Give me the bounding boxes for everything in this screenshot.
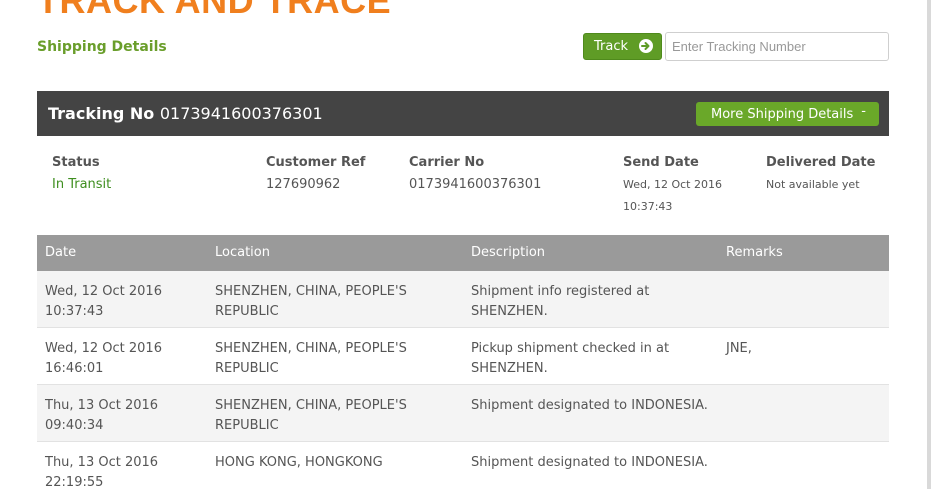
row-date: Wed, 12 Oct 2016 10:37:43 [45,284,162,319]
right-edge-divider [927,0,931,489]
row-description: Shipment designated to INDONESIA. [471,398,708,413]
delivered-date-label: Delivered Date [766,155,876,170]
table-row: Wed, 12 Oct 2016 16:46:01 SHENZHEN, CHIN… [37,328,889,385]
track-button-label: Track [594,39,629,54]
table-row: Thu, 13 Oct 2016 22:19:55 HONG KONG, HON… [37,442,889,490]
status-label: Status [52,155,100,170]
send-date-field: Send Date Wed, 12 Oct 2016 10:37:43 [623,155,733,218]
carrier-no-field: Carrier No 0173941600376301 [409,155,541,192]
column-header-date: Date [45,245,77,260]
row-location: SHENZHEN, CHINA, PEOPLE'S REPUBLIC [215,398,407,433]
tracking-label: Tracking No [48,104,155,123]
arrow-right-circle-icon [639,39,653,53]
column-header-description: Description [471,245,546,260]
track-button[interactable]: Track [583,33,662,60]
history-table-header: Date Location Description Remarks [37,235,889,271]
delivered-date-value: Not available yet [766,178,860,191]
status-value: In Transit [52,177,112,192]
carrier-no-label: Carrier No [409,155,485,170]
carrier-no-value: 0173941600376301 [409,177,542,192]
row-description: Shipment info registered at SHENZHEN. [471,284,650,319]
column-header-remarks: Remarks [726,245,783,260]
customer-ref-label: Customer Ref [266,155,366,170]
tracking-header-bar: Tracking No 0173941600376301 More Shippi… [37,91,889,136]
customer-ref-field: Customer Ref 127690962 [266,155,365,192]
row-location: SHENZHEN, CHINA, PEOPLE'S REPUBLIC [215,284,407,319]
tracking-title: Tracking No 0173941600376301 [48,104,323,123]
row-location: SHENZHEN, CHINA, PEOPLE'S REPUBLIC [215,341,407,376]
more-shipping-details-label: More Shipping Details [711,106,854,122]
status-field: Status In Transit [52,155,111,192]
table-row: Thu, 13 Oct 2016 09:40:34 SHENZHEN, CHIN… [37,385,889,442]
page-title: TRACK AND TRACE [37,0,392,21]
delivered-date-field: Delivered Date Not available yet [766,155,876,196]
table-row: Wed, 12 Oct 2016 10:37:43 SHENZHEN, CHIN… [37,271,889,328]
row-description: Shipment designated to INDONESIA. [471,455,708,470]
row-location: HONG KONG, HONGKONG [215,455,383,470]
row-remarks: JNE, [726,341,752,356]
row-date: Thu, 13 Oct 2016 22:19:55 [45,455,159,490]
more-shipping-details-button[interactable]: More Shipping Details - [696,102,879,126]
page-subtitle: Shipping Details [37,39,167,55]
row-description: Pickup shipment checked in at SHENZHEN. [471,341,670,376]
row-date: Wed, 12 Oct 2016 16:46:01 [45,341,162,376]
send-date-value: Wed, 12 Oct 2016 10:37:43 [623,178,722,213]
send-date-label: Send Date [623,155,699,170]
tracking-number-input[interactable] [665,32,889,61]
row-date: Thu, 13 Oct 2016 09:40:34 [45,398,159,433]
tracking-number: 0173941600376301 [159,104,323,123]
column-header-location: Location [215,245,270,260]
collapse-icon: - [861,104,866,119]
customer-ref-value: 127690962 [266,177,341,192]
